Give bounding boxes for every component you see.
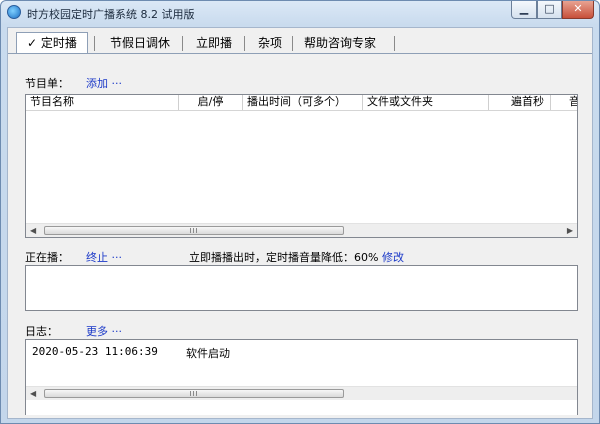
add-program-link[interactable]: 添加 ··· — [86, 75, 122, 91]
program-horizontal-scrollbar[interactable]: ◀ ▶ — [26, 223, 577, 237]
tab-separator — [94, 36, 95, 51]
program-table[interactable]: 节目名称 启/停 播出时间（可多个） 文件或文件夹 遍首秒 音 ◀ ▶ — [25, 94, 578, 238]
log-box[interactable]: 2020-05-23 11:06:39 软件启动 ◀ — [25, 339, 578, 415]
tab-separator — [292, 36, 293, 51]
log-label: 日志： — [25, 325, 58, 338]
main-window: 时方校园定时广播系统 8.2 试用版 ▁ □ ✕ ✓ 定时播 节假日调休 立即播… — [0, 0, 600, 424]
log-entry-message: 软件启动 — [186, 347, 230, 360]
scroll-grip-icon — [190, 228, 199, 233]
log-scroll-grip-icon — [190, 391, 199, 396]
tab-underline — [8, 53, 592, 54]
program-list-label: 节目单： — [25, 77, 69, 90]
minimize-icon: ▁ — [519, 2, 529, 15]
close-button[interactable]: ✕ — [562, 1, 594, 19]
tab-separator — [394, 36, 395, 51]
window-title: 时方校园定时广播系统 8.2 试用版 — [27, 8, 195, 21]
log-horizontal-scrollbar[interactable]: ◀ — [26, 386, 577, 400]
scroll-thumb[interactable] — [44, 226, 344, 235]
now-playing-box — [25, 265, 578, 311]
tab-holiday[interactable]: 节假日调休 — [100, 34, 180, 53]
maximize-button[interactable]: □ — [537, 1, 562, 19]
volume-info: 立即播播出时，定时播音量降低：60% — [189, 251, 379, 264]
close-icon: ✕ — [573, 2, 583, 15]
column-header-time[interactable]: 播出时间（可多个） — [243, 95, 363, 110]
maximize-icon: □ — [544, 2, 555, 15]
column-header-enable[interactable]: 启/停 — [179, 95, 243, 110]
tab-scheduled[interactable]: ✓ 定时播 — [16, 32, 88, 54]
tab-misc[interactable]: 杂项 — [248, 34, 292, 53]
log-scroll-thumb[interactable] — [44, 389, 344, 398]
minimize-button[interactable]: ▁ — [511, 1, 537, 19]
more-log-link[interactable]: 更多 ··· — [86, 323, 122, 339]
now-playing-label: 正在播： — [25, 251, 69, 264]
tab-separator — [244, 36, 245, 51]
column-header-file[interactable]: 文件或文件夹 — [363, 95, 489, 110]
stop-link[interactable]: 终止 ··· — [86, 249, 122, 265]
tab-help[interactable]: 帮助咨询专家 — [294, 34, 386, 53]
column-header-first-seconds[interactable]: 遍首秒 — [489, 95, 551, 110]
column-header-volume[interactable]: 音 — [551, 95, 577, 110]
scroll-left-icon[interactable]: ◀ — [30, 226, 36, 236]
table-header: 节目名称 启/停 播出时间（可多个） 文件或文件夹 遍首秒 音 — [26, 95, 577, 111]
column-header-name[interactable]: 节目名称 — [26, 95, 179, 110]
client-area: ✓ 定时播 节假日调休 立即播 杂项 帮助咨询专家 节目单： 添加 ··· 节目… — [7, 27, 593, 419]
tab-instant[interactable]: 立即播 — [186, 34, 242, 53]
log-scroll-left-icon[interactable]: ◀ — [30, 389, 36, 399]
tab-separator — [182, 36, 183, 51]
log-entry-time: 2020-05-23 11:06:39 — [32, 345, 158, 358]
title-bar[interactable]: 时方校园定时广播系统 8.2 试用版 ▁ □ ✕ — [1, 1, 599, 25]
app-icon — [7, 5, 21, 19]
scroll-right-icon[interactable]: ▶ — [567, 226, 573, 236]
modify-link[interactable]: 修改 — [382, 249, 404, 265]
